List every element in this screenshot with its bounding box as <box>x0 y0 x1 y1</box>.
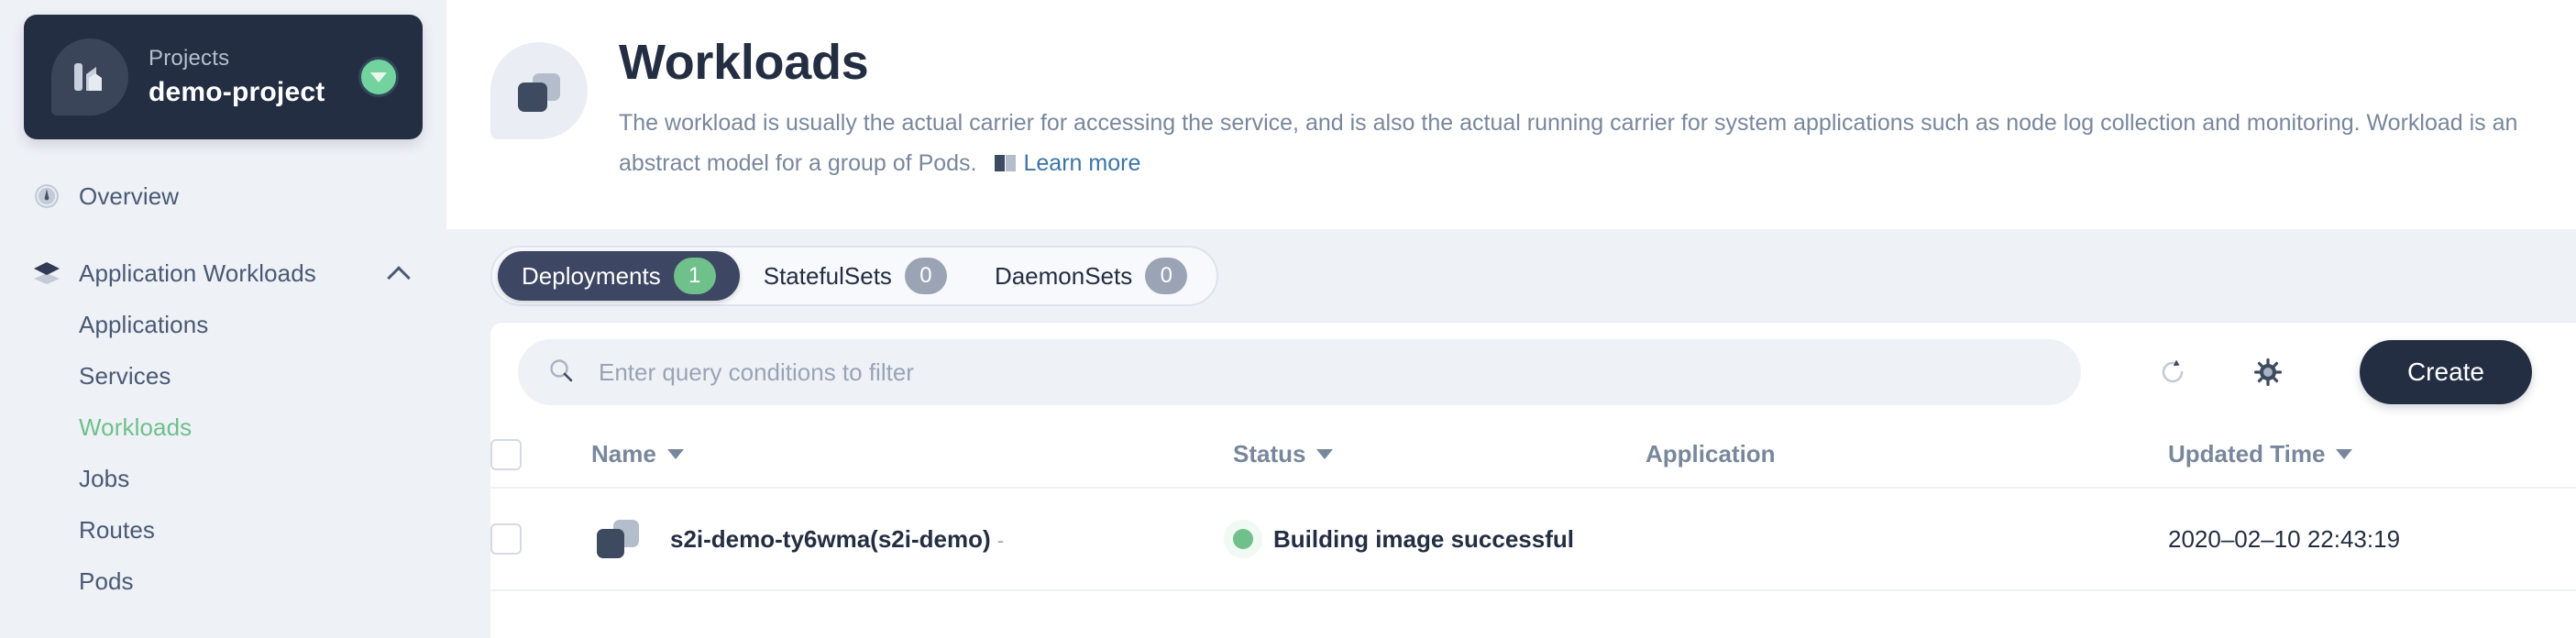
status-indicator-dot <box>1233 529 1253 549</box>
column-header-status[interactable]: Status <box>1233 422 1646 489</box>
sort-caret-icon[interactable] <box>1316 449 1334 459</box>
row-subtitle: - <box>996 529 1005 552</box>
sidebar-item-workloads[interactable]: Workloads <box>0 402 446 453</box>
tab-label: Deployments <box>522 261 661 290</box>
tab-label: DaemonSets <box>994 261 1133 290</box>
kebab-menu-icon[interactable] <box>2571 521 2576 557</box>
row-updated-time: 2020–02–10 22:43:19 <box>2168 524 2401 553</box>
sidebar-item-jobs[interactable]: Jobs <box>0 453 446 504</box>
content-card: Create Name <box>490 323 2576 638</box>
project-selector-card[interactable]: Projects demo-project <box>24 15 423 139</box>
tab-deployments[interactable]: Deployments 1 <box>498 251 740 301</box>
dashboard-gauge-icon <box>31 181 62 212</box>
table-toolbar: Create <box>490 323 2576 422</box>
page-banner: Workloads The workload is usually the ac… <box>446 0 2576 229</box>
workload-squares-icon <box>591 511 648 567</box>
search-input[interactable] <box>599 358 2055 387</box>
table-head: Name Status Application Updated Time <box>490 422 2576 489</box>
project-name: demo-project <box>149 76 325 107</box>
sidebar-item-overview[interactable]: Overview <box>0 170 446 222</box>
project-text: Projects demo-project <box>149 45 358 110</box>
app-root: Projects demo-project Overview Applicati… <box>0 0 2576 638</box>
sidebar-item-label: Overview <box>79 182 180 210</box>
table-row[interactable]: s2i-demo-ty6wma(s2i-demo) - Building ima… <box>490 488 2576 591</box>
tab-count-badge: 0 <box>1145 258 1188 294</box>
sidebar-item-label: Pods <box>79 566 134 595</box>
chevron-up-icon[interactable] <box>388 262 410 284</box>
column-label: Application <box>1646 440 1776 468</box>
row-actions-cell <box>2571 488 2576 591</box>
tab-count-badge: 1 <box>673 258 716 294</box>
sidebar-item-label: Workloads <box>79 412 193 441</box>
row-application-cell <box>1646 488 2168 591</box>
sidebar-item-applications[interactable]: Applications <box>0 299 446 350</box>
project-label: Projects <box>149 45 230 71</box>
caret-shape <box>370 72 387 82</box>
sidebar-item-routes[interactable]: Routes <box>0 504 446 556</box>
tab-label: StatefulSets <box>763 261 892 290</box>
row-status-cell: Building image successful <box>1233 488 1646 591</box>
row-checkbox[interactable] <box>490 523 522 555</box>
select-all-checkbox[interactable] <box>490 438 522 470</box>
layers-icon <box>31 258 62 289</box>
sidebar-item-application-workloads[interactable]: Application Workloads <box>0 248 446 299</box>
learn-more-link[interactable]: Learn more <box>1024 150 1141 176</box>
workload-squares-icon <box>490 42 588 139</box>
sidebar-item-label: Services <box>79 361 171 390</box>
search-box[interactable] <box>518 339 2081 405</box>
page-title: Workloads <box>619 35 869 90</box>
row-name[interactable]: s2i-demo-ty6wma(s2i-demo) <box>670 525 991 553</box>
row-name-cell: s2i-demo-ty6wma(s2i-demo) - <box>591 488 1233 591</box>
tab-group: Deployments 1 StatefulSets 0 DaemonSets … <box>490 246 1219 306</box>
table-body: s2i-demo-ty6wma(s2i-demo) - Building ima… <box>490 488 2576 591</box>
column-header-application: Application <box>1646 422 2168 489</box>
status-badge: Building image successful <box>1273 524 1574 553</box>
column-label: Updated Time <box>2168 440 2326 468</box>
column-label: Status <box>1233 440 1306 468</box>
select-all-header <box>490 422 591 489</box>
table-header-row: Name Status Application Updated Time <box>490 422 2576 489</box>
main-content: Workloads The workload is usually the ac… <box>446 0 2576 638</box>
chevron-down-circle-icon[interactable] <box>358 57 399 97</box>
page-description: The workload is usually the actual carri… <box>619 103 2521 186</box>
sidebar-item-pods[interactable]: Pods <box>0 556 446 607</box>
row-select-cell <box>490 488 591 591</box>
project-logo-icon <box>51 38 128 116</box>
column-header-updated-time[interactable]: Updated Time <box>2168 422 2571 489</box>
workloads-table: Name Status Application Updated Time s2i… <box>490 422 2576 591</box>
column-header-name[interactable]: Name <box>591 422 1233 489</box>
row-updated-time-cell: 2020–02–10 22:43:19 <box>2168 488 2571 591</box>
page-description-text: The workload is usually the actual carri… <box>619 110 2518 176</box>
sidebar-nav: Overview Application Workloads Applicati… <box>0 170 446 607</box>
sidebar-item-services[interactable]: Services <box>0 350 446 402</box>
column-header-actions <box>2571 422 2576 489</box>
sidebar-item-label: Jobs <box>79 464 130 492</box>
sort-caret-icon[interactable] <box>2336 449 2353 459</box>
gear-icon[interactable] <box>2240 345 2295 400</box>
tabbar-wrap: Deployments 1 StatefulSets 0 DaemonSets … <box>446 229 2576 323</box>
open-book-icon <box>994 146 1018 186</box>
tab-daemonsets[interactable]: DaemonSets 0 <box>971 251 1211 301</box>
sidebar-item-label: Application Workloads <box>79 258 316 287</box>
create-button[interactable]: Create <box>2359 340 2532 404</box>
sidebar-item-label: Routes <box>79 515 155 544</box>
search-icon <box>547 357 575 389</box>
sidebar-item-label: Applications <box>79 310 209 338</box>
column-label: Name <box>591 440 656 468</box>
sidebar: Projects demo-project Overview Applicati… <box>0 0 446 638</box>
tab-statefulsets[interactable]: StatefulSets 0 <box>740 251 971 301</box>
tab-count-badge: 0 <box>904 258 947 294</box>
refresh-icon[interactable] <box>2145 345 2200 400</box>
sort-caret-icon[interactable] <box>666 449 684 459</box>
banner-text: Workloads The workload is usually the ac… <box>619 31 2521 186</box>
